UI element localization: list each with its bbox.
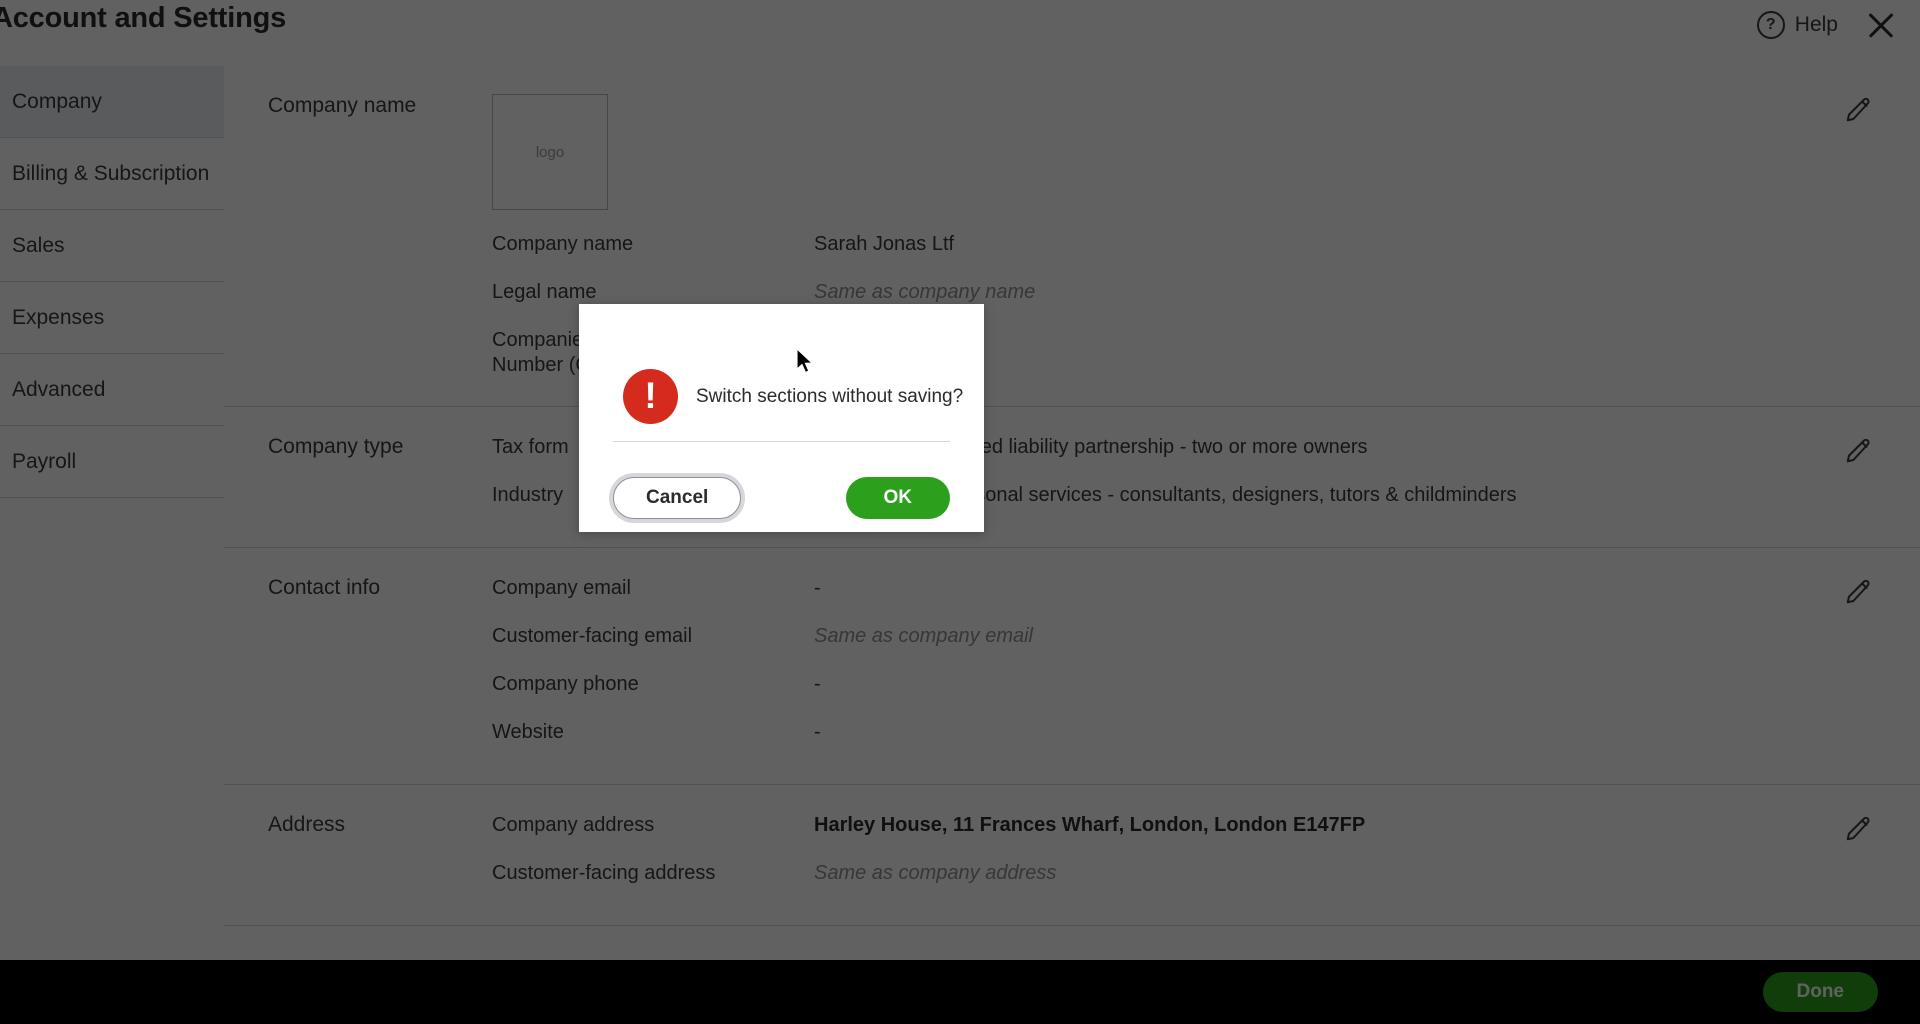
- ok-button[interactable]: OK: [845, 477, 950, 519]
- unsaved-changes-dialog: ! Switch sections without saving? Cancel…: [579, 304, 984, 532]
- cancel-button[interactable]: Cancel: [613, 477, 742, 519]
- exclamation-glyph: !: [644, 375, 657, 416]
- dialog-message: Switch sections without saving?: [696, 385, 964, 407]
- dialog-actions: Cancel OK: [579, 442, 984, 532]
- warning-exclamation-icon: !: [623, 369, 678, 424]
- dialog-body: ! Switch sections without saving?: [579, 304, 984, 441]
